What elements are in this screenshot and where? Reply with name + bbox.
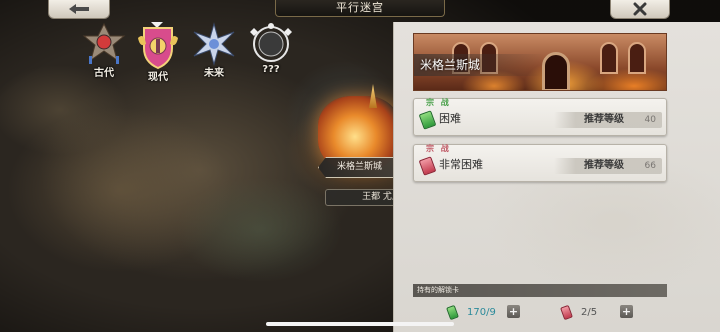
difficulty-name: 困难 <box>439 112 461 125</box>
recommended-level-label: 推荐等级 <box>584 160 624 171</box>
add-green-key-button[interactable]: + <box>507 305 520 318</box>
page-title: 平行迷宫 <box>275 0 445 17</box>
green-key-count: 170/9 <box>446 304 496 320</box>
recommended-level-label: 推荐等级 <box>584 114 624 125</box>
mode-tag: 宗 战 <box>426 144 451 153</box>
banner-arch <box>628 42 646 74</box>
recommended-level-value: 40 <box>644 115 656 125</box>
add-red-key-button[interactable]: + <box>620 305 633 318</box>
difficulty-name: 非常困难 <box>439 158 483 171</box>
era-unknown-label: ??? <box>262 64 280 75</box>
banner-gate <box>542 52 570 90</box>
red-key-count-text: 2/5 <box>581 306 598 318</box>
close-x-icon <box>633 2 647 16</box>
green-key-icon <box>446 304 459 320</box>
home-indicator[interactable] <box>266 322 454 326</box>
green-key-icon <box>418 110 437 130</box>
red-key-icon <box>560 304 573 320</box>
mode-tag: 宗 战 <box>426 98 451 107</box>
recommended-level-box: 推荐等级 40 <box>554 112 662 128</box>
era-unknown[interactable]: ??? <box>243 22 299 92</box>
red-key-count: 2/5 <box>560 304 598 320</box>
modern-crest-icon <box>138 27 178 70</box>
green-key-count-text: 170/9 <box>467 306 496 318</box>
ancient-crest-icon <box>82 22 126 64</box>
red-key-icon <box>418 156 437 176</box>
close-button[interactable] <box>610 0 670 19</box>
recommended-level-box: 推荐等级 66 <box>554 158 662 174</box>
era-future-label: 未来 <box>204 68 224 79</box>
era-ancient[interactable]: 古代 <box>76 22 132 92</box>
difficulty-row-hard[interactable]: 宗 战 困难 推荐等级 40 <box>413 98 667 136</box>
recommended-level-value: 66 <box>644 161 656 171</box>
owned-keys-label: 持有的解锁卡 <box>413 284 667 297</box>
difficulty-row-very-hard[interactable]: 宗 战 非常困难 推荐等级 66 <box>413 144 667 182</box>
stage-detail-panel: 米格兰斯城 宗 战 困难 推荐等级 40 宗 战 非常困难 推荐等级 66 持有… <box>393 22 720 332</box>
banner-arch <box>600 42 618 74</box>
future-crest-icon <box>193 22 235 66</box>
era-future[interactable]: 未来 <box>186 22 242 92</box>
era-modern[interactable]: 现代 <box>130 22 186 92</box>
unknown-crest-icon <box>250 23 292 62</box>
era-ancient-label: 古代 <box>94 68 114 79</box>
city-title: 米格兰斯城 <box>414 54 544 76</box>
city-banner-image: 米格兰斯城 <box>413 33 667 91</box>
era-modern-label: 现代 <box>148 72 168 83</box>
back-button[interactable] <box>48 0 110 19</box>
arrow-left-icon <box>69 4 89 14</box>
